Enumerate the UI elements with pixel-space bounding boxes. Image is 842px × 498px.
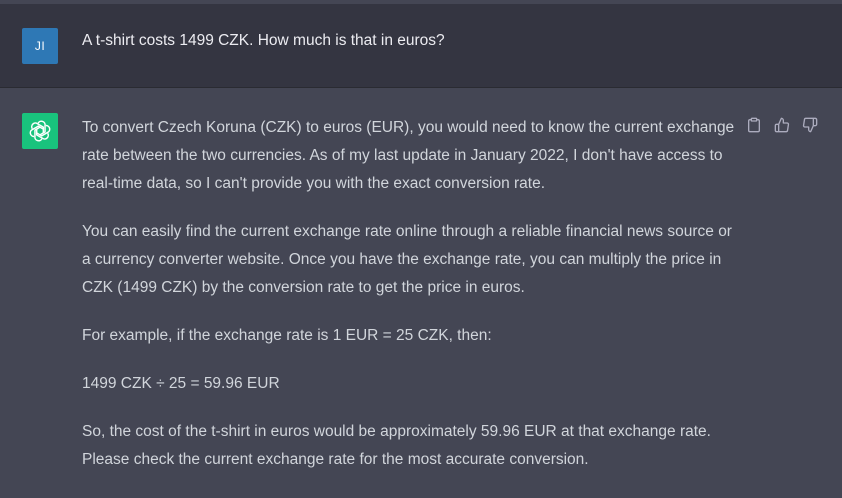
copy-button[interactable] (746, 116, 762, 134)
thumbs-up-button[interactable] (774, 116, 790, 134)
thumbs-down-button[interactable] (802, 116, 818, 134)
assistant-avatar (22, 113, 58, 149)
assistant-message-text: To convert Czech Koruna (CZK) to euros (… (82, 114, 742, 494)
assistant-paragraph: So, the cost of the t-shirt in euros wou… (82, 423, 711, 468)
user-message-row: JI A t-shirt costs 1499 CZK. How much is… (0, 4, 842, 88)
user-message-text: A t-shirt costs 1499 CZK. How much is th… (82, 32, 445, 49)
openai-logo-icon (29, 120, 51, 142)
assistant-paragraph: You can easily find the current exchange… (82, 223, 732, 296)
thumbs-up-icon (774, 117, 790, 133)
thumbs-down-icon (802, 117, 818, 133)
copy-icon (748, 117, 760, 133)
assistant-paragraph: For example, if the exchange rate is 1 E… (82, 327, 492, 344)
user-avatar: JI (22, 28, 58, 64)
assistant-paragraph: To convert Czech Koruna (CZK) to euros (… (82, 119, 735, 192)
user-avatar-initials: JI (34, 39, 46, 53)
assistant-paragraph: 1499 CZK ÷ 25 = 59.96 EUR (82, 375, 280, 392)
message-actions (746, 116, 818, 134)
assistant-message-row: To convert Czech Koruna (CZK) to euros (… (0, 88, 842, 498)
